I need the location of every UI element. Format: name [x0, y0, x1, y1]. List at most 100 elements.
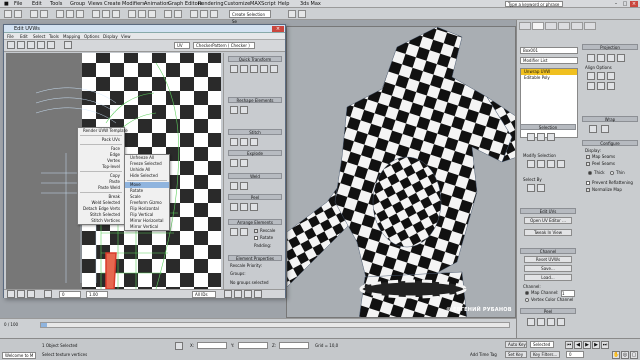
point-to-point-icon[interactable]: [557, 318, 565, 326]
teapot-icon[interactable]: [298, 10, 306, 18]
seams-icon[interactable]: [547, 318, 555, 326]
undo-icon[interactable]: [4, 10, 12, 18]
quick-transform-head[interactable]: Quick Transform: [228, 56, 282, 62]
menu-tools[interactable]: Tools: [50, 1, 62, 7]
select-by-element-icon[interactable]: [527, 184, 535, 192]
map-channel-radio[interactable]: [525, 291, 529, 295]
search-input[interactable]: Type a keyword or phrase: [505, 1, 563, 7]
app-logo[interactable]: ■: [4, 1, 9, 7]
uvw-menu-view[interactable]: View: [121, 34, 131, 39]
v-coord-field[interactable]: 1.00: [86, 291, 108, 298]
vertex-select-icon[interactable]: [527, 133, 535, 141]
display-tab-icon[interactable]: [571, 22, 583, 30]
uvw-scale-icon[interactable]: [27, 41, 35, 49]
ctx-pack-uvs[interactable]: Pack UVs: [78, 137, 124, 143]
render-icon[interactable]: [288, 10, 296, 18]
uvw-rotate-icon[interactable]: [17, 41, 25, 49]
straighten-icon[interactable]: [230, 106, 238, 114]
unpin-icon[interactable]: [250, 203, 258, 211]
uvw-mode-dropdown[interactable]: UV: [174, 42, 190, 49]
mirror-icon[interactable]: [164, 10, 172, 18]
scale-icon[interactable]: [112, 10, 120, 18]
explode-head[interactable]: Explode: [228, 150, 282, 156]
align-vertices-icon[interactable]: [230, 65, 238, 73]
rollout-wrap[interactable]: Wrap: [582, 116, 638, 122]
menu-edit[interactable]: Edit: [32, 1, 42, 7]
pan-view-icon[interactable]: ✋: [612, 351, 620, 359]
unlink-icon[interactable]: [40, 10, 48, 18]
rotate-icon[interactable]: [102, 10, 110, 18]
fit-icon[interactable]: [597, 82, 605, 90]
maxscript-listener[interactable]: Welcome to M: [2, 352, 36, 359]
rescale-checkbox[interactable]: [254, 229, 258, 233]
reshape-head[interactable]: Reshape Elements: [228, 97, 282, 103]
current-frame-field[interactable]: 0: [566, 351, 584, 358]
thick-radio[interactable]: [588, 171, 592, 175]
edge-select-icon[interactable]: [537, 133, 545, 141]
pelt-icon[interactable]: [537, 318, 545, 326]
uvw-move-icon[interactable]: [7, 41, 15, 49]
align-z-icon[interactable]: [607, 72, 615, 80]
menu-rendering[interactable]: Rendering: [198, 1, 224, 7]
prev-frame-icon[interactable]: ◀: [574, 341, 582, 349]
edit-uvws-titlebar[interactable]: Edit UVWs: [4, 25, 285, 33]
maximize-viewport-icon[interactable]: ▢: [630, 351, 638, 359]
spherical-map-icon[interactable]: [607, 54, 615, 62]
menu-create[interactable]: Create: [104, 1, 121, 7]
uvw-menu-options[interactable]: Options: [84, 34, 99, 39]
rotate-90-icon[interactable]: [260, 65, 268, 73]
menu-animation[interactable]: Animation: [144, 1, 170, 7]
uvw-menu-tools[interactable]: Tools: [49, 34, 59, 39]
percent-snap-icon[interactable]: [148, 10, 156, 18]
close-icon[interactable]: ×: [630, 1, 638, 7]
set-key-button[interactable]: Set Key: [505, 351, 527, 358]
uvw-zoom-icon[interactable]: [234, 290, 242, 298]
rollout-projection[interactable]: Projection: [582, 44, 638, 50]
uvw-face-mode-icon[interactable]: [27, 290, 35, 298]
stitch-head[interactable]: Stitch: [228, 129, 282, 135]
uvw-show-map-icon[interactable]: [64, 41, 72, 49]
peel-mode-icon[interactable]: [230, 203, 238, 211]
ctx-mirror-vertical[interactable]: Mirror Vertical: [125, 224, 169, 230]
go-to-end-icon[interactable]: ⏭: [601, 341, 609, 349]
time-slider-thumb[interactable]: [41, 323, 47, 327]
stitch-target-icon[interactable]: [250, 138, 258, 146]
rotate-minus-90-icon[interactable]: [270, 65, 278, 73]
rect-select-icon[interactable]: [76, 10, 84, 18]
normalize-map-checkbox[interactable]: [586, 188, 590, 192]
uvw-menu-mapping[interactable]: Mapping: [63, 34, 80, 39]
modifier-list-dropdown[interactable]: Modifier List: [520, 57, 578, 64]
rollout-configure[interactable]: Configure: [582, 140, 638, 146]
angle-snap-icon[interactable]: [138, 10, 146, 18]
uvw-menu-edit[interactable]: Edit: [20, 34, 28, 39]
peel-head[interactable]: Peel: [228, 194, 282, 200]
align-y-icon[interactable]: [597, 72, 605, 80]
rotate-checkbox[interactable]: [254, 236, 258, 240]
reset-uvws-button[interactable]: Reset UVWs: [524, 256, 572, 263]
uvw-pan-icon[interactable]: [224, 290, 232, 298]
uvw-mirror-icon[interactable]: [47, 41, 55, 49]
weld-target-icon[interactable]: [230, 182, 238, 190]
checker-pattern-dropdown[interactable]: CheckerPattern ( Checker ): [193, 42, 255, 49]
relax-icon[interactable]: [240, 106, 248, 114]
render-setup-icon[interactable]: [210, 10, 218, 18]
align-vertical-icon[interactable]: [250, 65, 258, 73]
z-coord-field[interactable]: [279, 342, 309, 349]
pack-custom-icon[interactable]: [230, 228, 238, 236]
uvw-menu-file[interactable]: File: [7, 34, 14, 39]
move-icon[interactable]: [92, 10, 100, 18]
ctx-paste-weld[interactable]: Paste Weld: [78, 185, 124, 191]
menu-file[interactable]: File: [14, 1, 22, 7]
cylindrical-map-icon[interactable]: [597, 54, 605, 62]
redo-icon[interactable]: [14, 10, 22, 18]
shrink-icon[interactable]: [537, 160, 545, 168]
y-coord-field[interactable]: [238, 342, 268, 349]
flatten-icon[interactable]: [230, 159, 238, 167]
modify-tab-icon[interactable]: [532, 22, 544, 30]
map-channel-spinner[interactable]: 1: [561, 290, 575, 297]
ctx-render-uvw-template[interactable]: Render UVW Template: [78, 128, 128, 134]
menu-modifiers[interactable]: Modifiers: [122, 1, 145, 7]
menu-help[interactable]: Help: [278, 1, 289, 7]
x-coord-field[interactable]: [197, 342, 227, 349]
loop-icon[interactable]: [547, 160, 555, 168]
